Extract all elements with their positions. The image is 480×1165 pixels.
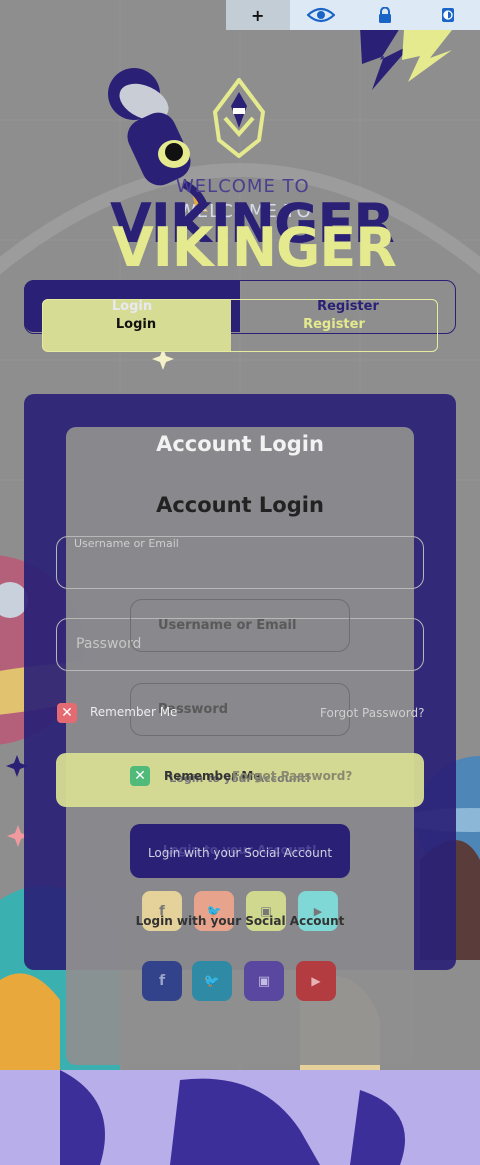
- lock-icon: [378, 7, 391, 23]
- toolbar-contrast-button[interactable]: [417, 0, 480, 30]
- close-icon: ✕: [61, 705, 73, 721]
- toolbar-lock-button[interactable]: [353, 0, 417, 30]
- vikinger-emblem-logo: [212, 78, 266, 158]
- login-panel: [66, 427, 414, 1065]
- form-title: Account Login: [156, 493, 324, 517]
- facebook-icon: f: [158, 973, 166, 989]
- social-heading: Login with your Social Account: [135, 914, 345, 928]
- ground-background: [0, 1070, 480, 1165]
- facebook-button[interactable]: f: [142, 961, 182, 1001]
- plus-icon: +: [251, 5, 265, 25]
- accessibility-toolbar: +: [226, 0, 480, 30]
- brand-title: VIKINGER: [112, 216, 397, 279]
- close-icon: ✕: [134, 768, 146, 784]
- remember-checkbox-back[interactable]: ✕: [57, 703, 77, 723]
- form-title-back: Account Login: [156, 432, 324, 456]
- toolbar-visibility-button[interactable]: [290, 0, 354, 30]
- forgot-link-back[interactable]: Forgot Password?: [320, 706, 424, 720]
- toolbar-add-button[interactable]: +: [226, 0, 290, 30]
- social-heading-back: Login with your Social Account: [147, 846, 333, 860]
- username-placeholder: Username or Email: [158, 618, 297, 633]
- username-label-back: Username or Email: [74, 537, 179, 550]
- forgot-link[interactable]: Forgot Password?: [232, 769, 352, 783]
- youtube-button[interactable]: ▶: [296, 961, 336, 1001]
- tab-login-back[interactable]: Login: [100, 299, 164, 314]
- tab-register[interactable]: Register: [296, 317, 372, 332]
- twitch-button[interactable]: ▣: [244, 961, 284, 1001]
- tab-register-back[interactable]: Register: [310, 299, 386, 314]
- twitter-button[interactable]: 🐦: [192, 961, 232, 1001]
- twitch-icon: ▣: [257, 973, 271, 989]
- contrast-icon: [442, 8, 455, 22]
- remember-checkbox[interactable]: ✕: [130, 766, 150, 786]
- tab-login[interactable]: Login: [104, 317, 168, 332]
- remember-label-back: Remember Me: [90, 705, 178, 719]
- twitter-icon: 🐦: [203, 973, 221, 989]
- eye-icon: [307, 7, 336, 23]
- youtube-icon: ▶: [311, 974, 321, 988]
